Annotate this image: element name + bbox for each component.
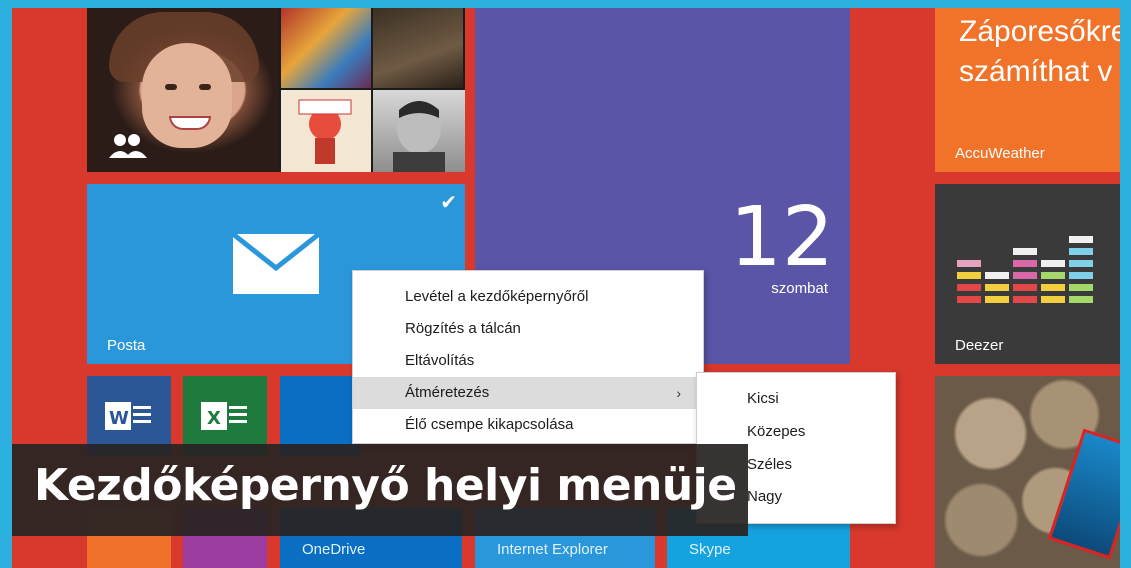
start-screen: ✔ Posta 12 szombat W X OneDrive Internet… [12,8,1120,568]
svg-text:W: W [109,408,129,429]
person-photo-icon [393,101,445,172]
menu-item-label: Eltávolítás [405,352,475,369]
skype-tile-label: Skype [689,541,731,558]
people-tile[interactable] [87,8,465,172]
menu-item-uninstall[interactable]: Eltávolítás [353,345,703,377]
excel-icon: X [201,402,247,430]
calendar-day-number: 12 [729,190,834,285]
mail-tile-label: Posta [107,337,146,354]
selected-check-icon: ✔ [440,192,457,214]
accuweather-tile[interactable]: Záporesőkre számíthat v AccuWeather [935,8,1120,172]
internet-explorer-tile-label: Internet Explorer [497,541,608,558]
menu-item-label: Átméretezés [405,384,490,401]
weather-headline-line: számíthat v [959,55,1113,88]
caption-text: Kezdőképernyő helyi menüje [34,460,737,511]
photo-object [1047,428,1120,560]
onedrive-tile-label: OneDrive [302,541,366,558]
chevron-right-icon: › [676,385,681,401]
people-icon [109,134,147,158]
photos-tile[interactable] [935,376,1120,568]
word-icon: W [105,402,151,430]
menu-item-turn-live-tile-off[interactable]: Élő csempe kikapcsolása [353,409,703,441]
face-shape [142,43,232,148]
svg-text:X: X [207,408,221,429]
menu-item-label: Levétel a kezdőképernyőről [405,288,589,305]
menu-item-unpin-from-start[interactable]: Levétel a kezdőképernyőről [353,281,703,313]
eye-shape [199,84,211,90]
calendar-day-name: szombat [771,280,828,297]
menu-item-label: Élő csempe kikapcsolása [405,416,574,433]
submenu-item-wide[interactable]: Széles [747,449,792,481]
contact-photo-thumb [373,8,463,88]
menu-item-resize[interactable]: Átméretezés › [353,377,703,409]
equalizer-icon [957,236,1093,303]
submenu-item-large[interactable]: Nagy [747,481,782,513]
cartoon-figure-icon [298,99,352,164]
submenu-item-medium[interactable]: Közepes [747,416,805,448]
envelope-icon [233,234,319,294]
menu-item-label: Rögzítés a tálcán [405,320,521,337]
menu-item-pin-to-taskbar[interactable]: Rögzítés a tálcán [353,313,703,345]
weather-headline: Záporesőkre számíthat v [959,12,1120,92]
accuweather-tile-label: AccuWeather [955,145,1045,162]
contact-photo-thumb [281,8,371,88]
deezer-tile-label: Deezer [955,337,1004,354]
contact-photo-thumb [373,90,465,172]
tile-context-menu: Levétel a kezdőképernyőről Rögzítés a tá… [352,270,704,444]
eye-shape [165,84,177,90]
weather-headline-line: Záporesőkre [959,15,1120,48]
contact-photo-thumb [281,90,371,172]
submenu-item-small[interactable]: Kicsi [747,383,779,415]
caption-banner: Kezdőképernyő helyi menüje [12,444,748,536]
deezer-tile[interactable]: Deezer [935,184,1120,364]
